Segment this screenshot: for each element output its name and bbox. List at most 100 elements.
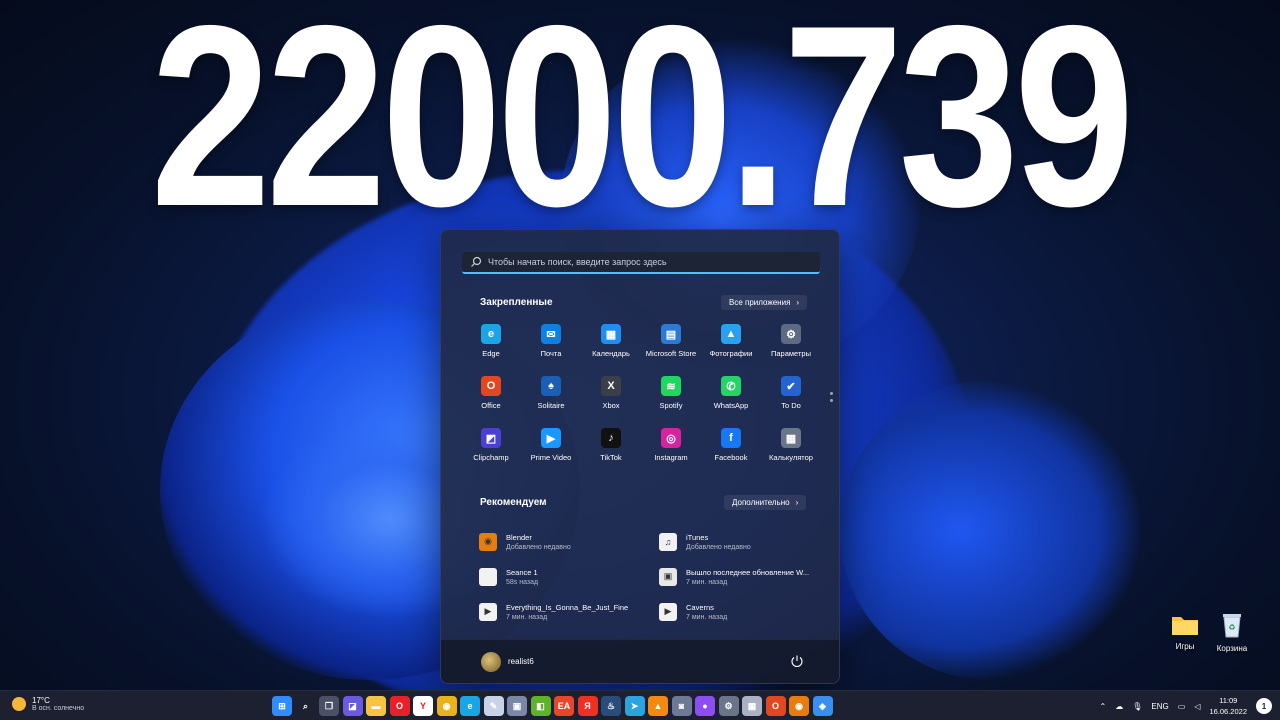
yandex-browser-icon[interactable]: Я [577, 696, 598, 716]
pinned-app[interactable]: ▦ Календарь [581, 318, 641, 370]
pinned-app[interactable]: ◩ Clipchamp [461, 422, 521, 474]
pinned-app[interactable]: e Edge [461, 318, 521, 370]
chrome-icon[interactable]: ◉ [436, 696, 457, 716]
pinned-app[interactable]: ✉ Почта [521, 318, 581, 370]
power-icon[interactable] [790, 654, 804, 668]
recommended-item[interactable]: ◉ Blender Добавлено недавно [479, 524, 659, 559]
prime-video-icon: ▶ [541, 428, 561, 448]
pinned-app[interactable]: ✔ To Do [761, 370, 821, 422]
chevron-up-icon[interactable]: ⌃ [1100, 702, 1107, 711]
video-file-icon: ▶ [659, 602, 677, 621]
language-indicator[interactable]: ENG [1151, 702, 1168, 711]
telegram-icon[interactable]: ➤ [624, 696, 645, 716]
opera-icon[interactable]: O [389, 696, 410, 716]
weather-desc: В осн. солнечно [32, 705, 85, 712]
pinned-app-label: Prime Video [530, 453, 572, 462]
recommended-time: 7 мин. назад [506, 613, 548, 621]
more-label: Дополнительно [732, 498, 790, 507]
xbox-icon: X [601, 376, 621, 396]
search-icon[interactable]: ⌕ [296, 696, 316, 716]
version-headline: 22000.739 [150, 0, 1134, 260]
pinned-app-label: TikTok [600, 453, 622, 462]
pinned-app[interactable]: f Facebook [701, 422, 761, 474]
settings-icon[interactable]: ⚙ [718, 696, 739, 716]
network-icon[interactable]: ▭ [1178, 702, 1186, 711]
sun-icon [12, 697, 26, 711]
chat-icon[interactable]: ◪ [342, 696, 363, 716]
calculator-icon[interactable]: ▦ [742, 696, 762, 716]
desktop-icon-recycle-bin[interactable]: ♻ Корзина [1207, 612, 1257, 653]
recommended-item[interactable]: ♫ iTunes Добавлено недавно [659, 524, 824, 559]
search-input[interactable]: Чтобы начать поиск, введите запрос здесь [462, 252, 820, 274]
username[interactable]: realist6 [508, 657, 534, 666]
recommended-name: iTunes [686, 532, 709, 542]
pinned-app-label: Календарь [592, 349, 630, 358]
recommended-item[interactable]: ▣ Вышло последнее обновление W... 7 мин. н… [659, 559, 824, 594]
notification-badge[interactable]: 1 [1256, 698, 1272, 714]
alice-icon[interactable]: ● [695, 696, 715, 716]
nvidia-icon[interactable]: ◧ [530, 696, 551, 716]
page-indicator[interactable] [830, 392, 834, 406]
pinned-app[interactable]: ▶ Prime Video [521, 422, 581, 474]
pinned-app-label: Spotify [659, 401, 683, 410]
calendar-icon: ▦ [601, 324, 621, 344]
desktop-icon-games[interactable]: Игры [1160, 614, 1210, 651]
explorer-icon[interactable]: ▬ [366, 696, 386, 716]
vlc-icon[interactable]: ▲ [648, 696, 668, 716]
pinned-app-label: Solitaire [537, 401, 565, 410]
recommended-time: 7 мин. назад [686, 578, 728, 586]
start-menu: Чтобы начать поиск, введите запрос здесь… [440, 229, 840, 684]
recommended-time: Добавлено недавно [686, 543, 751, 551]
pinned-app-label: Edge [482, 349, 500, 358]
taskbar: 17°C В осн. солнечно ⊞ ⌕ ❐ ◪ ▬ O Y ◉ e ✎ ▣ ◧ EA Я ♨ ➤ ▲ ◙… [0, 690, 1280, 720]
desktop-icon-label: Игры [1175, 642, 1195, 651]
pinned-app[interactable]: ◎ Instagram [641, 422, 701, 474]
volume-icon[interactable]: ◁ [1194, 702, 1200, 711]
recommended-item[interactable]: ▶ Caverns 7 мин. назад [659, 594, 824, 629]
microphone-icon[interactable]: 🎙︎ [1132, 702, 1142, 711]
ea-icon[interactable]: EA [554, 696, 574, 716]
paint-icon[interactable]: ✎ [483, 696, 504, 716]
cloud-icon[interactable]: ☁ [1115, 702, 1123, 711]
pinned-app[interactable]: ✆ WhatsApp [701, 370, 761, 422]
recommended-item[interactable]: Seance 1 58s назад [479, 559, 659, 594]
start-icon[interactable]: ⊞ [272, 696, 292, 716]
weather-widget[interactable]: 17°C В осн. солнечно [12, 696, 84, 712]
recommended-time: Добавлено недавно [506, 543, 571, 551]
phone-link-icon[interactable]: ◈ [812, 696, 833, 716]
pinned-app[interactable]: X Xbox [581, 370, 641, 422]
recommended-item[interactable]: ▶ Everything_Is_Gonna_Be_Just_Fine 7 мин. … [479, 594, 659, 629]
blender-icon[interactable]: ◉ [789, 696, 809, 716]
instagram-icon: ◎ [661, 428, 681, 448]
pinned-app[interactable]: ♠ Solitaire [521, 370, 581, 422]
clipchamp-icon: ◩ [481, 428, 501, 448]
more-button[interactable]: Дополнительно › [724, 495, 807, 510]
pinned-app[interactable]: ▦ Калькулятор [761, 422, 821, 474]
pinned-app[interactable]: ▤ Microsoft Store [641, 318, 701, 370]
tiktok-icon: ♪ [601, 428, 621, 448]
all-apps-button[interactable]: Все приложения › [721, 295, 808, 310]
camera-icon[interactable]: ◙ [671, 696, 692, 716]
office-icon[interactable]: O [765, 696, 786, 716]
clock[interactable]: 11:09 16.06.2022 [1209, 695, 1247, 717]
pinned-app[interactable]: ≋ Spotify [641, 370, 701, 422]
pinned-app[interactable]: ♪ TikTok [581, 422, 641, 474]
image-file-icon: ▣ [659, 567, 677, 586]
avatar[interactable] [481, 652, 501, 672]
recommended-name: Вышло последнее обновление W... [686, 567, 810, 577]
steam-icon[interactable]: ♨ [601, 696, 621, 716]
task-view-icon[interactable]: ❐ [319, 696, 339, 716]
yandex-icon[interactable]: Y [413, 696, 433, 716]
chevron-right-icon: › [796, 298, 800, 307]
todo-icon: ✔ [781, 376, 801, 396]
pinned-app-label: Фотографии [709, 349, 753, 358]
photos-icon[interactable]: ▣ [507, 696, 527, 716]
taskbar-apps: ⊞ ⌕ ❐ ◪ ▬ O Y ◉ e ✎ ▣ ◧ EA Я ♨ ➤ ▲ ◙ ● ⚙ ▦ O ◉ ◈ [272, 696, 833, 716]
recommended-name: Caverns [686, 602, 714, 612]
pinned-app[interactable]: O Office [461, 370, 521, 422]
recommended-name: Blender [506, 532, 532, 542]
pinned-app[interactable]: ▲ Фотографии [701, 318, 761, 370]
pinned-app[interactable]: ⚙ Параметры [761, 318, 821, 370]
whatsapp-icon: ✆ [721, 376, 741, 396]
edge-icon[interactable]: e [460, 696, 480, 716]
